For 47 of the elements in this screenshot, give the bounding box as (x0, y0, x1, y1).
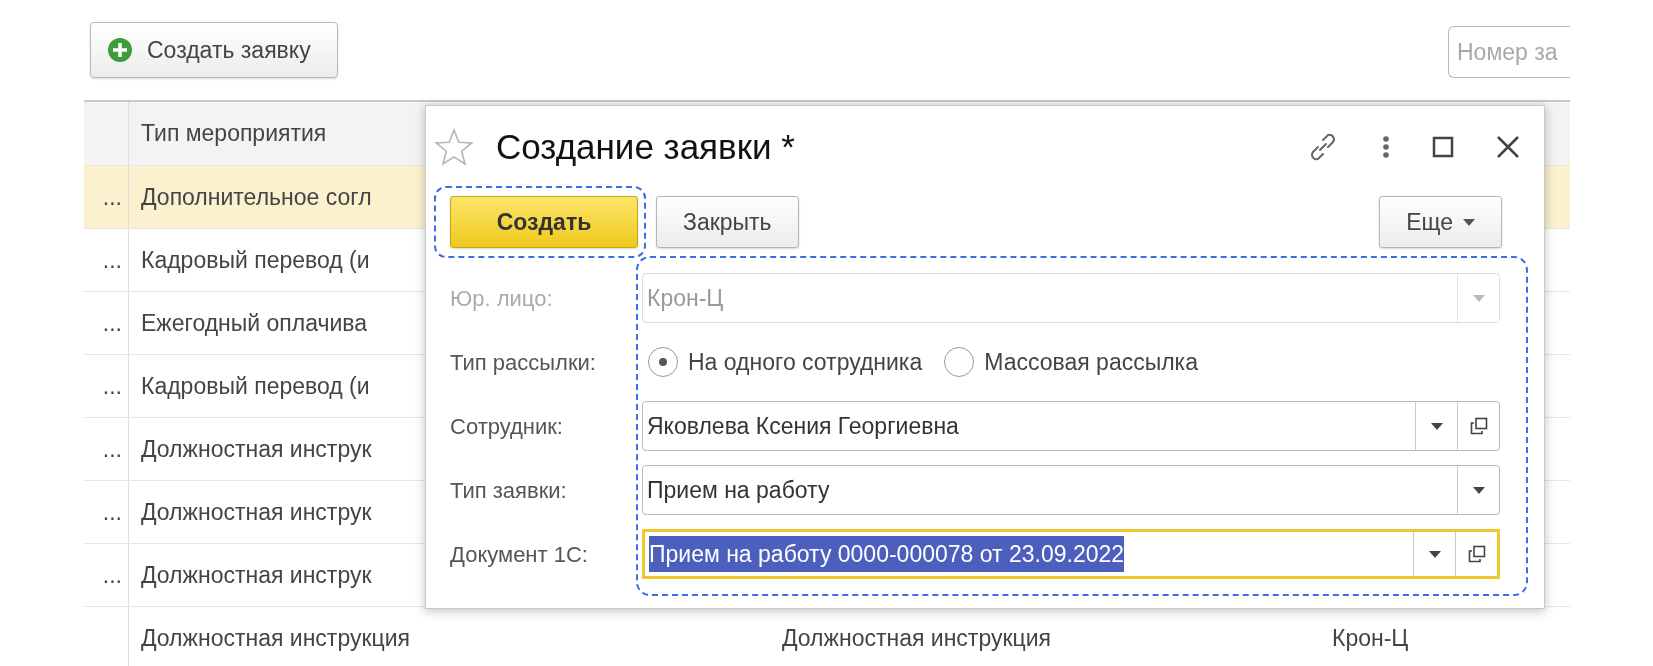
caret-icon (1428, 550, 1441, 558)
plus-circle-icon (107, 37, 133, 63)
table-cell-text: ... (102, 560, 122, 590)
field-label: Тип заявки: (450, 476, 568, 505)
create-request-button[interactable]: Создать заявку (90, 22, 338, 78)
maximize-icon[interactable] (1432, 136, 1454, 158)
select-field[interactable]: Прием на работу (642, 465, 1500, 515)
select-field[interactable]: Прием на работу 0000-000078 от 23.09.2022 (642, 529, 1500, 579)
open-window-icon (1467, 545, 1486, 563)
table-cell-text: Дополнительное согл (141, 182, 372, 212)
table-cell-text: Кадровый перевод (и (141, 371, 370, 401)
radio-button[interactable] (944, 347, 975, 377)
table-cell-text: ... (102, 308, 122, 338)
table-cell-text: ... (102, 182, 122, 212)
table-cell-text: ... (102, 245, 122, 275)
field-label: Юр. лицо: (450, 284, 554, 313)
table-cell-text: ... (102, 434, 122, 464)
caret-icon (1472, 294, 1485, 302)
create-button[interactable]: Создать (450, 196, 638, 248)
field-label: Тип рассылки: (450, 348, 597, 377)
table-cell-text: Кадровый перевод (и (141, 245, 370, 275)
table-cell-text: Должностная инструкция (141, 623, 410, 653)
table-cell-text: Должностная инструк (141, 497, 372, 527)
table-cell-text: Крон-Ц (1332, 623, 1409, 653)
table-cell-text: ... (102, 371, 122, 401)
dialog-title: Создание заявки * (496, 125, 795, 168)
field-label: Сотрудник: (450, 412, 564, 441)
table-cell-text: ... (102, 497, 122, 527)
caret-icon (1430, 422, 1443, 430)
table-cell-text: Должностная инструк (141, 434, 372, 464)
open-window-icon (1469, 417, 1488, 435)
radio-label[interactable]: На одного сотрудника (688, 344, 923, 380)
table-cell-text: Ежегодный оплачива (141, 308, 368, 338)
table-cell-text: Должностная инструкция (782, 623, 1051, 653)
close-icon[interactable] (1496, 135, 1520, 159)
caret-icon (1472, 486, 1485, 494)
radio-label[interactable]: Массовая рассылка (984, 344, 1198, 380)
select-field[interactable]: Яковлева Ксения Георгиевна (642, 401, 1500, 451)
radio-button[interactable] (648, 347, 678, 377)
field-label: Документ 1С: (450, 540, 589, 569)
close-button[interactable]: Закрыть (656, 196, 799, 248)
more-options-icon[interactable] (1382, 135, 1390, 159)
table-cell-text: Должностная инструк (141, 560, 372, 590)
caret-icon (1463, 218, 1475, 226)
star-icon[interactable] (434, 128, 474, 166)
search-field[interactable]: Номер за (1448, 26, 1570, 78)
more-button[interactable]: Еще (1379, 196, 1502, 248)
